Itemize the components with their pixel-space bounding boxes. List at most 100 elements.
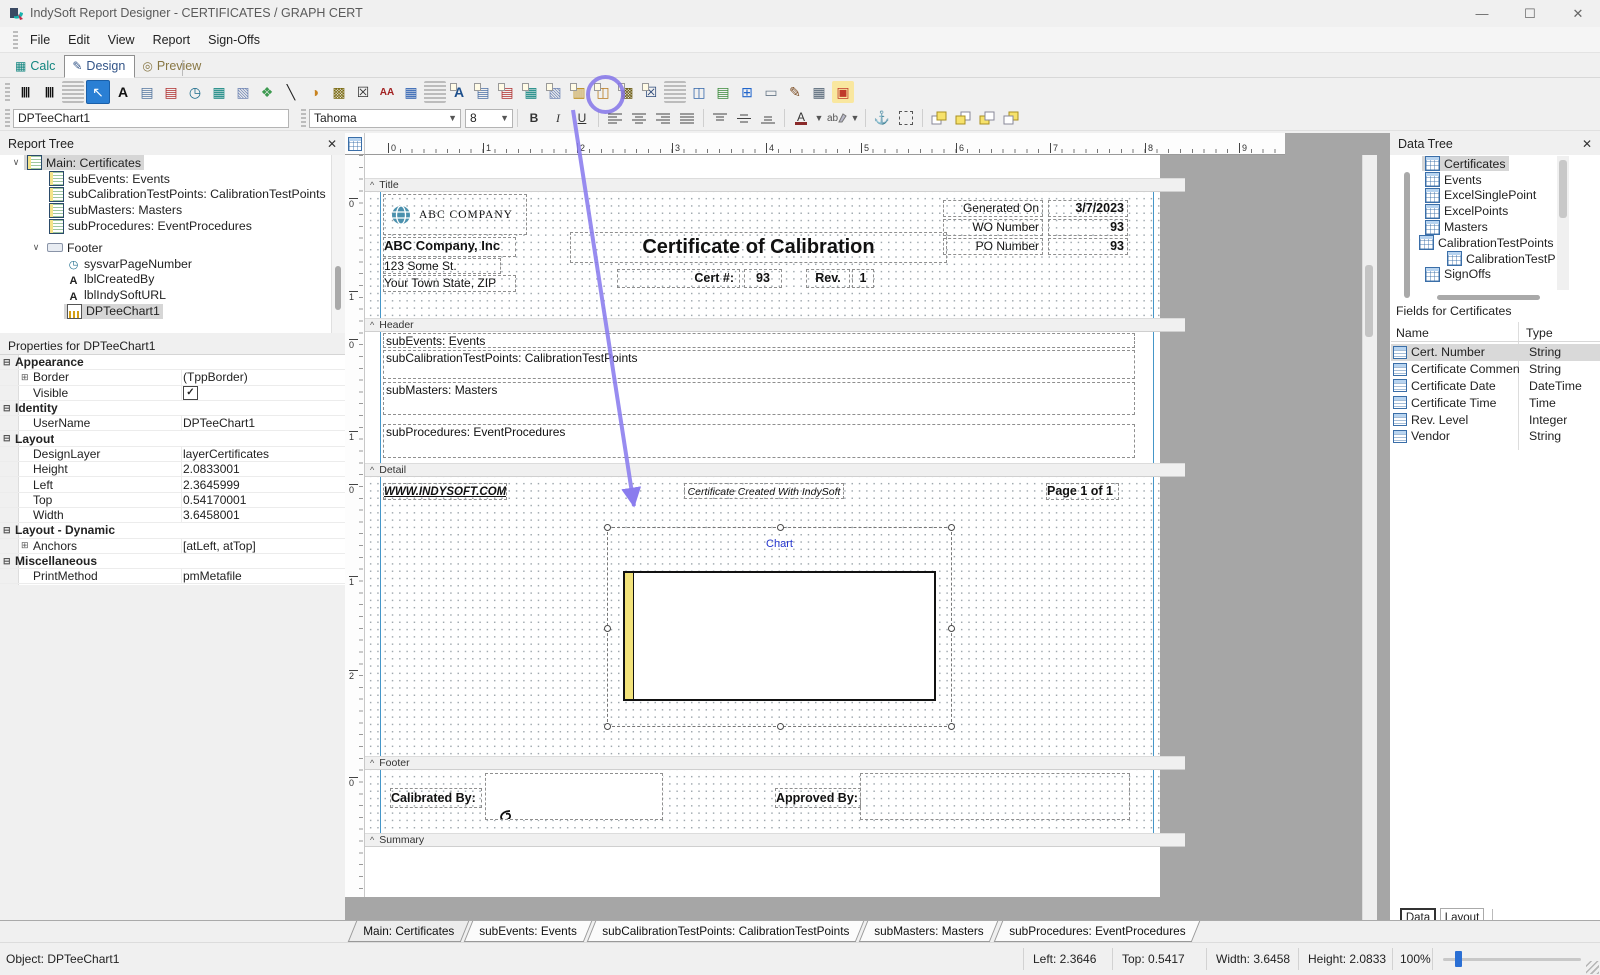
valign-middle-icon[interactable]	[733, 108, 755, 128]
data-tree-item[interactable]: ∨CalibrationTestPoints	[1392, 235, 1556, 251]
region-tool-icon[interactable]: ◫	[688, 81, 710, 103]
logo-object[interactable]: ABC COMPANY	[383, 194, 527, 235]
band-bar-footer[interactable]: Footer	[365, 756, 1185, 770]
collapse-caret-icon[interactable]	[370, 465, 374, 475]
chevron-expand-icon[interactable]: ∨	[28, 242, 44, 253]
tree-item[interactable]: subCalibrationTestPoints: CalibrationTes…	[0, 187, 331, 203]
property-row[interactable]: Visible✓	[0, 386, 345, 401]
expand-box-icon[interactable]: ⊞	[21, 372, 33, 383]
data-tree-scrollbar-thumb[interactable]	[1404, 172, 1410, 298]
barcode2d-tool-icon[interactable]: ▩	[328, 81, 350, 103]
close-icon[interactable]: ✕	[1582, 137, 1592, 151]
dbrichtext-tool-icon[interactable]: ▤	[496, 81, 518, 103]
anchor-button[interactable]: ⚓	[871, 108, 893, 128]
band-bar-detail[interactable]: Detail	[365, 463, 1185, 477]
tab-preview[interactable]: ◎Preview	[135, 56, 210, 77]
report-tree-scrollbar-thumb[interactable]	[335, 266, 341, 310]
font-color-dropdown[interactable]: ▼	[814, 108, 824, 128]
resize-grip[interactable]	[1586, 961, 1599, 974]
page-number-label[interactable]: Page 1 of 1	[1046, 483, 1119, 500]
tab-calc[interactable]: ▦Calc	[8, 56, 64, 77]
resize-handle[interactable]	[948, 524, 955, 531]
chart-tool-icon[interactable]: ◑	[304, 81, 326, 103]
tree-item[interactable]: sysvarPageNumber	[0, 256, 331, 272]
Vendor[interactable]: VendorString	[1391, 428, 1600, 445]
subreport-object[interactable]: subProcedures: EventProcedures	[383, 424, 1135, 458]
property-value[interactable]: layerCertificates	[183, 447, 269, 461]
property-value[interactable]: 2.3645999	[183, 478, 240, 492]
approved-by-label[interactable]: Approved By:	[775, 788, 861, 808]
zoom-slider-track[interactable]	[1443, 958, 1581, 961]
property-row[interactable]: ⊟Layout	[0, 431, 345, 446]
layers-tool-icon[interactable]: ▣	[832, 81, 854, 103]
align-right-icon[interactable]	[652, 108, 674, 128]
dbchart-tool-icon[interactable]: ◫	[592, 81, 614, 103]
bold-button[interactable]: B	[523, 108, 545, 128]
property-value[interactable]: pmMetafile	[183, 569, 242, 583]
band-bar-summary[interactable]: Summary	[365, 833, 1185, 847]
subreport-object[interactable]: subCalibrationTestPoints: CalibrationTes…	[383, 350, 1135, 379]
chevron-expand-icon[interactable]: ∨	[8, 157, 24, 168]
meta-label[interactable]: Generated On	[943, 200, 1043, 217]
font-name-select[interactable]: Tahoma▼	[309, 109, 461, 128]
resize-handle[interactable]	[604, 723, 611, 730]
dbmemo-tool-icon[interactable]: ▤	[472, 81, 494, 103]
property-value[interactable]: 3.6458001	[183, 508, 240, 522]
expand-box-icon[interactable]: ⊟	[3, 403, 15, 414]
menu-item[interactable]: File	[21, 29, 59, 51]
toolbar-grip[interactable]	[301, 109, 306, 127]
property-row[interactable]: PrintMethodpmMetafile	[0, 569, 345, 584]
resize-handle[interactable]	[604, 625, 611, 632]
property-row[interactable]: ⊟Appearance	[0, 355, 345, 370]
chart-object-selection[interactable]: Chart	[607, 527, 952, 727]
meta-label[interactable]: PO Number	[943, 238, 1043, 255]
chart-frame[interactable]	[623, 571, 936, 701]
sheet-tab[interactable]: subCalibrationTestPoints: CalibrationTes…	[587, 921, 865, 942]
band-bar-title[interactable]: Title	[365, 178, 1185, 192]
sysvar-tool-icon[interactable]: ◷	[184, 81, 206, 103]
property-row[interactable]: Height2.0833001	[0, 462, 345, 477]
property-row[interactable]: Left2.3645999	[0, 477, 345, 492]
sheet-tab-main-certificates[interactable]: Main: Certificates	[348, 921, 470, 942]
subreport-tool-icon[interactable]: ▤	[712, 81, 734, 103]
align-center-icon[interactable]	[628, 108, 650, 128]
property-value[interactable]: 0.54170001	[183, 493, 246, 507]
border-button[interactable]	[895, 108, 917, 128]
dbtext-tool-icon[interactable]: A	[448, 81, 470, 103]
calc-tool-icon[interactable]: ▦	[208, 81, 230, 103]
label-tool-icon[interactable]: A	[112, 81, 134, 103]
data-tree-scrollbar[interactable]	[1557, 156, 1569, 290]
data-tree-certificates[interactable]: Certificates	[1392, 156, 1556, 172]
tab-design[interactable]: ✎Design	[64, 55, 135, 78]
maximize-button[interactable]: ☐	[1507, 0, 1553, 27]
toolbar-grip[interactable]	[13, 31, 18, 49]
meta-value[interactable]: 93	[1048, 219, 1128, 236]
sheet-tab[interactable]: subProcedures: EventProcedures	[993, 921, 1200, 942]
data-tree-item[interactable]: CalibrationTestPoints	[1392, 251, 1556, 267]
expand-box-icon[interactable]: ⊟	[3, 556, 15, 567]
data-tree-item[interactable]: ExcelSinglePoint	[1392, 188, 1556, 204]
tree-item[interactable]: lblIndySoftURL	[0, 287, 331, 303]
send-to-back-button[interactable]	[952, 108, 974, 128]
tree-item[interactable]: lblCreatedBy	[0, 272, 331, 288]
property-value[interactable]: [atLeft, atTop]	[183, 539, 256, 553]
resize-handle[interactable]	[948, 723, 955, 730]
created-with-label[interactable]: Certificate Created With IndySoft	[684, 483, 844, 499]
collapse-caret-icon[interactable]	[370, 758, 374, 768]
Certificate Comment[interactable]: Certificate CommentString	[1391, 361, 1600, 378]
toolbar-grip[interactable]	[5, 109, 10, 127]
move-backward-button[interactable]	[1000, 108, 1022, 128]
fields-col-name[interactable]: Name	[1396, 326, 1516, 340]
barcode-icon[interactable]: ||||	[14, 81, 36, 103]
approved-signature-box[interactable]	[860, 773, 1130, 820]
rev-label[interactable]: Rev.	[806, 269, 850, 288]
property-row[interactable]: ⊞Border(TppBorder)	[0, 370, 345, 385]
barcode-grid-icon[interactable]: ||||	[38, 81, 60, 103]
address2-label[interactable]: Your Town State, ZIP	[383, 275, 516, 292]
property-row[interactable]: UserNameDPTeeChart1	[0, 416, 345, 431]
tree-item[interactable]: subMasters: Masters	[0, 202, 331, 218]
sheet-tab[interactable]: subEvents: Events	[464, 921, 592, 942]
close-icon[interactable]: ✕	[327, 137, 337, 151]
band-bar-header[interactable]: Header	[365, 318, 1185, 332]
expand-box-icon[interactable]: ⊟	[3, 525, 15, 536]
